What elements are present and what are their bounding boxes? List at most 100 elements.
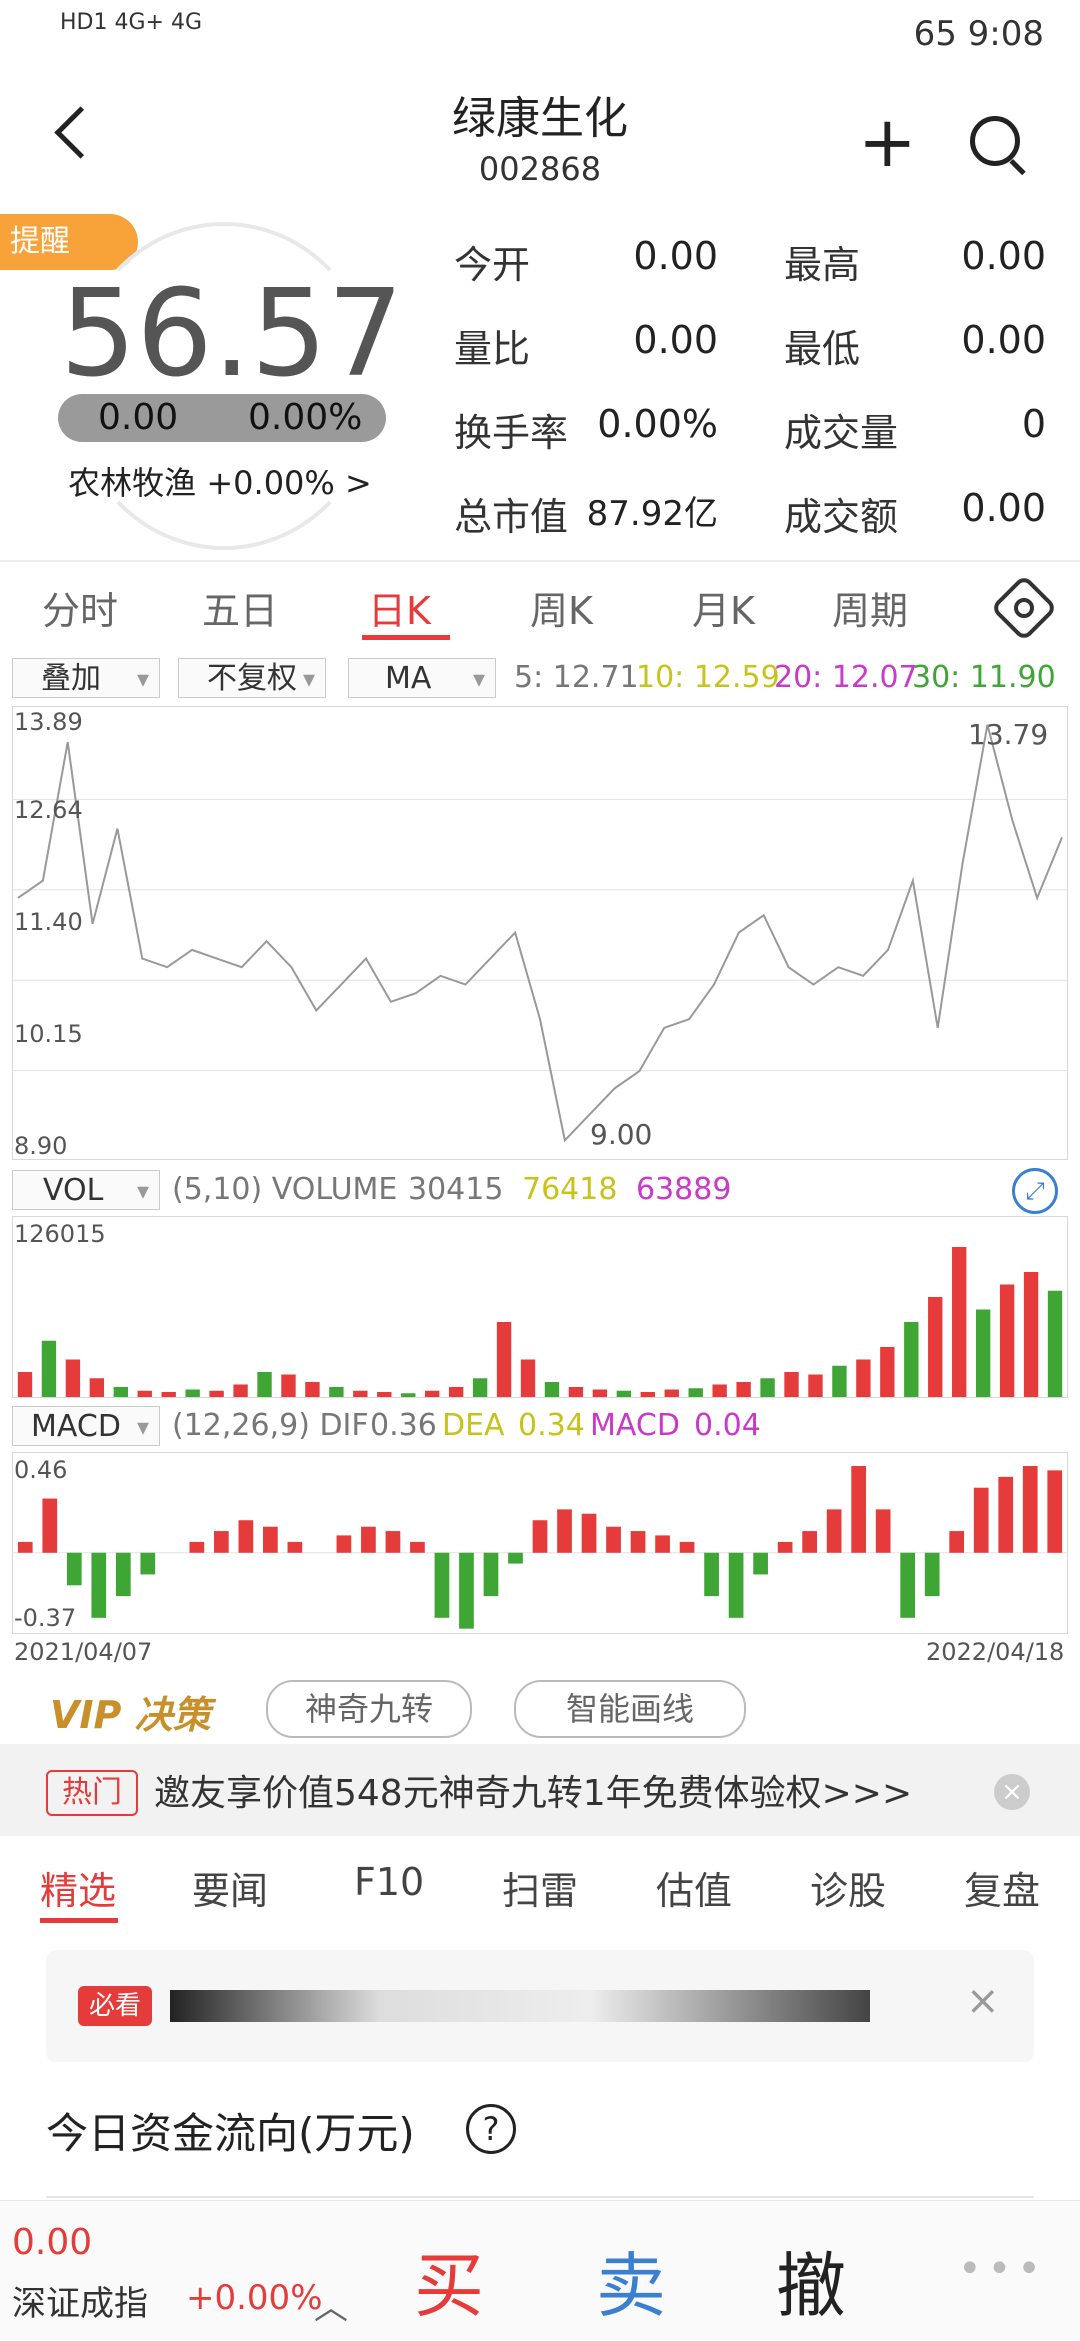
tab-mine-sweep[interactable]: 扫雷 [502, 1860, 578, 1915]
tab-weekly-k[interactable]: 周K [530, 580, 593, 635]
y-tick: -0.37 [14, 1604, 77, 1632]
chip-magic-nine[interactable]: 神奇九转 [266, 1680, 472, 1738]
tab-five-day[interactable]: 五日 [202, 580, 278, 635]
expand-icon[interactable]: ⤢ [1012, 1168, 1058, 1214]
tab-news[interactable]: 要闻 [192, 1860, 268, 1915]
adjust-dropdown[interactable]: 不复权 [178, 658, 326, 699]
volume-bar [736, 1382, 751, 1397]
y-tick: 0.46 [14, 1456, 68, 1484]
macd-chart-svg [13, 1466, 1067, 1629]
macd-bar [410, 1541, 425, 1553]
macd-bar [361, 1526, 376, 1553]
macd-bar [851, 1466, 867, 1553]
close-icon[interactable]: × [994, 1774, 1030, 1810]
macd-bar [581, 1513, 597, 1553]
promo-text[interactable]: 邀友享价值548元神奇九转1年免费体验权>>> [154, 1764, 912, 1816]
quote-label: 量比 [454, 327, 531, 371]
macd-bar [973, 1487, 989, 1553]
tab-underline [362, 635, 450, 640]
macd-bar [263, 1526, 278, 1553]
hot-badge: 热门 [46, 1770, 138, 1816]
industry-link[interactable]: 农林牧渔 +0.00% > [60, 458, 380, 504]
close-icon[interactable]: × [966, 1978, 1000, 2024]
chevron-up-icon[interactable]: ︿ [314, 2280, 348, 2329]
macd-dropdown[interactable]: MACD [12, 1406, 160, 1447]
macd-chart[interactable] [12, 1452, 1068, 1634]
volume-max-label: 126015 [14, 1220, 106, 1248]
volume-ma5: 76418 [522, 1172, 618, 1207]
volume-bar [688, 1388, 703, 1397]
volume-value: 30415 [408, 1172, 504, 1207]
tab-daily-k[interactable]: 日K [368, 580, 431, 635]
quote-label: 最低 [784, 327, 861, 371]
tab-diagnosis[interactable]: 诊股 [810, 1860, 886, 1915]
volume-bar [1023, 1272, 1039, 1397]
overlay-dropdown[interactable]: 叠加 [12, 658, 160, 699]
macd-bar [483, 1552, 499, 1597]
tab-monthly-k[interactable]: 月K [692, 580, 755, 635]
indicator-dropdown[interactable]: MA [348, 658, 496, 699]
dif-value: 0.36 [370, 1408, 437, 1443]
vip-decision-label[interactable]: VIP 决策 [50, 1684, 211, 1739]
macd-bar [728, 1552, 744, 1618]
price-chart[interactable] [12, 706, 1068, 1160]
volume-bar [65, 1359, 81, 1397]
more-icon[interactable]: ••• [958, 2246, 1047, 2292]
volume-chart-svg [17, 1247, 1063, 1397]
remind-button[interactable]: 提醒 [0, 214, 138, 270]
volume-bar [137, 1390, 152, 1397]
macd-bar [949, 1531, 965, 1553]
price-change-pct: 0.00% [248, 397, 363, 438]
add-icon[interactable]: + [858, 107, 917, 177]
volume-dropdown[interactable]: VOL [12, 1170, 160, 1211]
macd-bar [1022, 1466, 1038, 1553]
start-date: 2021/04/07 [14, 1638, 153, 1666]
quote-value: 0.00 [961, 486, 1046, 530]
tab-period[interactable]: 周期 [832, 580, 908, 635]
y-tick: 13.89 [14, 708, 83, 736]
end-date: 2022/04/18 [926, 1638, 1065, 1666]
quote-label: 成交额 [784, 495, 899, 539]
volume-chart[interactable] [12, 1216, 1068, 1398]
volume-bar [640, 1392, 655, 1397]
volume-bar [568, 1387, 584, 1397]
divider [46, 2196, 1034, 2198]
settings-icon[interactable] [990, 574, 1058, 642]
macd-bar [66, 1552, 82, 1586]
must-read-headline[interactable] [170, 1990, 870, 2022]
index-name[interactable]: 深证成指 [12, 2276, 148, 2325]
volume-bar [856, 1359, 871, 1397]
tab-valuation[interactable]: 估值 [656, 1860, 732, 1915]
quote-value: 0.00 [633, 318, 718, 362]
volume-bar [161, 1392, 176, 1397]
macd-bar [777, 1541, 793, 1553]
macd-bar [998, 1476, 1014, 1553]
volume-bar [712, 1384, 727, 1397]
volume-bar [353, 1390, 368, 1397]
divider [0, 560, 1080, 562]
macd-bar [336, 1535, 352, 1553]
macd-bar [875, 1509, 891, 1553]
chip-smart-draw[interactable]: 智能画线 [514, 1680, 746, 1738]
macd-bar [459, 1552, 474, 1629]
macd-bar [557, 1509, 572, 1553]
cancel-order-button[interactable]: 撤 [776, 2230, 846, 2331]
search-icon[interactable] [970, 116, 1020, 166]
volume-bar [233, 1384, 248, 1397]
price-line [17, 724, 1063, 1143]
sell-button[interactable]: 卖 [596, 2230, 666, 2331]
tab-f10[interactable]: F10 [354, 1860, 424, 1904]
volume-bar [17, 1372, 33, 1397]
tab-review[interactable]: 复盘 [964, 1860, 1040, 1915]
macd-bar [826, 1509, 842, 1553]
low-annotation: 9.00 [590, 1118, 653, 1151]
buy-button[interactable]: 买 [414, 2230, 484, 2331]
help-icon[interactable]: ? [466, 2104, 516, 2154]
macd-bar [42, 1498, 58, 1553]
tab-featured[interactable]: 精选 [40, 1860, 116, 1915]
index-value: 0.00 [12, 2222, 93, 2263]
high-annotation: 13.79 [968, 718, 1049, 751]
tab-intraday[interactable]: 分时 [42, 580, 118, 635]
volume-bar [89, 1378, 105, 1397]
volume-bar [472, 1378, 488, 1397]
